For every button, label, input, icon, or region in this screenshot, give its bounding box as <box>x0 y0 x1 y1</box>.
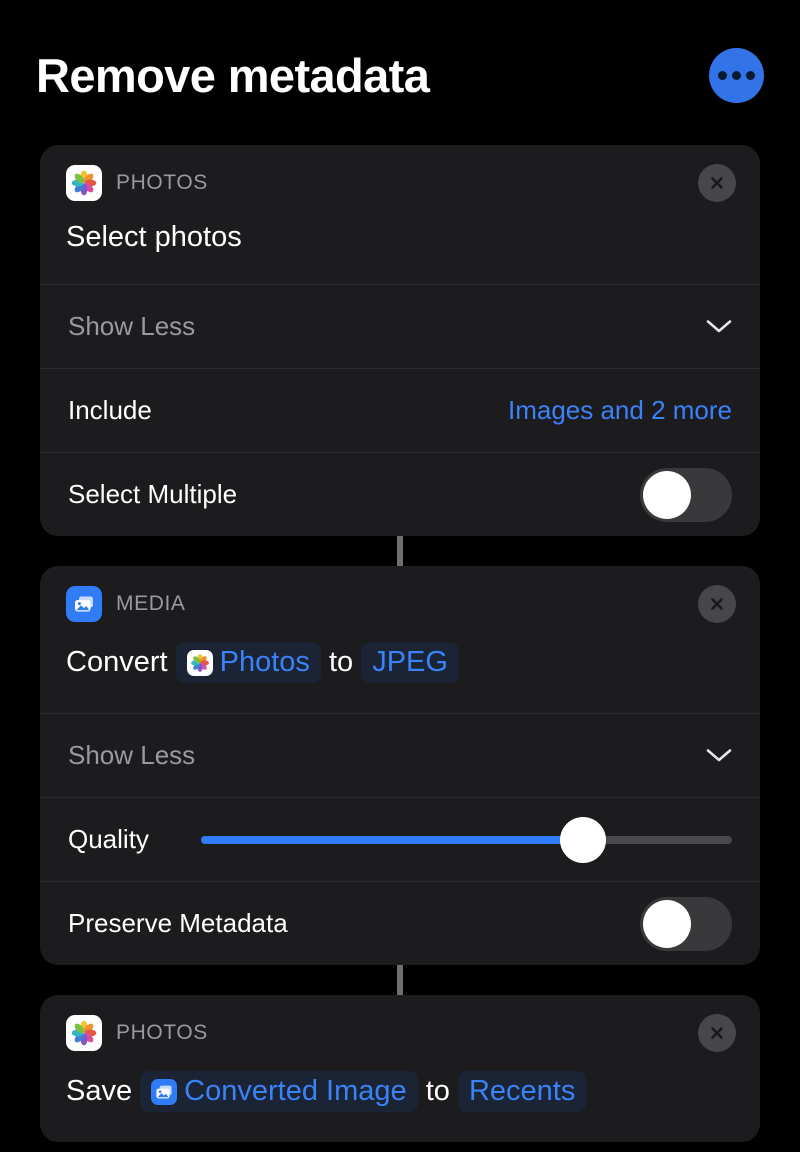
remove-action-button[interactable] <box>698 1014 736 1052</box>
media-app-icon <box>66 586 102 622</box>
action-card-convert-media[interactable]: MEDIA Convert Photos to JPEG Show Less Q… <box>40 566 760 965</box>
action-token-recents[interactable]: Recents <box>457 1071 587 1112</box>
action-title-text: Select photos <box>66 221 242 253</box>
ellipsis-dot-icon <box>732 70 741 80</box>
action-card-select-photos[interactable]: PHOTOS Select photos Show Less Include I… <box>40 145 760 536</box>
action-card-header: PHOTOS <box>40 995 760 1071</box>
action-card-save-photo[interactable]: PHOTOS Save Converted Image to Recents <box>40 995 760 1142</box>
select-multiple-toggle[interactable] <box>640 467 732 522</box>
parameter-label-select-multiple: Select Multiple <box>68 479 238 509</box>
action-word-save: Save <box>66 1075 141 1107</box>
action-token-photos[interactable]: Photos <box>175 642 321 683</box>
action-title[interactable]: Select photos <box>40 221 760 284</box>
preserve-metadata-toggle[interactable] <box>640 896 732 951</box>
media-app-icon <box>151 1078 178 1105</box>
show-less-row-media[interactable]: Show Less <box>40 713 760 797</box>
parameter-value-include[interactable]: Images and 2 more <box>508 395 732 426</box>
remove-action-button[interactable] <box>698 164 736 202</box>
chevron-down-icon <box>706 319 732 334</box>
action-connector-line <box>397 965 403 995</box>
toggle-knob <box>643 470 691 519</box>
action-word-convert: Convert <box>66 646 176 678</box>
header: Remove metadata <box>0 36 800 114</box>
action-token-label: JPEG <box>372 646 448 678</box>
more-options-button[interactable] <box>709 47 764 103</box>
action-token-label: Photos <box>219 646 310 678</box>
toggle-knob <box>643 899 691 948</box>
page-title: Remove metadata <box>36 48 430 102</box>
action-connector-line <box>397 536 403 566</box>
parameter-row-select-multiple[interactable]: Select Multiple <box>40 452 760 536</box>
parameter-label-preserve-metadata: Preserve Metadata <box>68 908 288 938</box>
slider-knob[interactable] <box>560 816 607 863</box>
action-app-label: PHOTOS <box>116 171 208 194</box>
action-token-label: Converted Image <box>184 1075 407 1107</box>
parameter-row-quality[interactable]: Quality <box>40 797 760 881</box>
action-token-label: Recents <box>468 1075 576 1107</box>
action-card-header: PHOTOS <box>40 145 760 221</box>
show-less-label: Show Less <box>68 740 196 770</box>
quality-slider[interactable] <box>200 813 732 867</box>
action-word-to: to <box>417 1075 458 1107</box>
parameter-row-include[interactable]: Include Images and 2 more <box>40 368 760 452</box>
ellipsis-dot-icon <box>718 70 727 80</box>
photos-app-icon <box>186 649 213 676</box>
chevron-down-icon <box>706 748 732 763</box>
ellipsis-dot-icon <box>746 70 755 80</box>
action-app-label: MEDIA <box>116 592 186 615</box>
photos-app-icon <box>66 165 102 201</box>
show-less-row-photos[interactable]: Show Less <box>40 284 760 368</box>
action-app-label: PHOTOS <box>116 1021 208 1044</box>
action-word-to: to <box>320 646 362 678</box>
action-list: PHOTOS Select photos Show Less Include I… <box>40 145 760 1142</box>
parameter-label-include: Include <box>68 395 152 425</box>
remove-action-button[interactable] <box>698 585 736 623</box>
action-token-jpeg[interactable]: JPEG <box>361 642 459 683</box>
parameter-row-preserve-metadata[interactable]: Preserve Metadata <box>40 881 760 965</box>
action-card-header: MEDIA <box>40 566 760 642</box>
show-less-label: Show Less <box>68 311 196 341</box>
action-title[interactable]: Save Converted Image to Recents <box>40 1071 760 1142</box>
parameter-label-quality: Quality <box>68 824 149 854</box>
slider-fill <box>200 835 584 844</box>
action-token-converted-image[interactable]: Converted Image <box>140 1071 418 1112</box>
photos-app-icon <box>66 1015 102 1051</box>
shortcut-editor-screen: Remove metadata PHOTOS Select photos Sho… <box>0 0 800 1152</box>
action-title[interactable]: Convert Photos to JPEG <box>40 642 760 713</box>
